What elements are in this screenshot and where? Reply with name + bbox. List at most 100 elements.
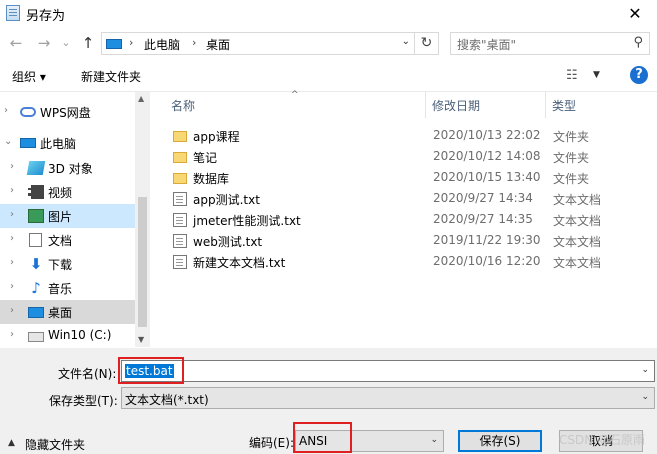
help-icon[interactable]: ? xyxy=(630,66,648,84)
file-type: 文件夹 xyxy=(553,172,590,186)
sidebar-item-wps-cloud[interactable]: › WPS网盘 xyxy=(0,100,135,124)
sidebar-item-videos[interactable]: › 视频 xyxy=(0,180,135,204)
recent-locations-icon[interactable]: ⌄ xyxy=(56,33,76,53)
video-icon xyxy=(28,185,44,199)
cloud-icon xyxy=(20,107,36,117)
breadcrumb-this-pc[interactable]: 此电脑 xyxy=(144,36,180,53)
sidebar-item-label: 音乐 xyxy=(48,282,73,296)
text-file-icon xyxy=(173,255,187,269)
chevron-right-icon[interactable]: › xyxy=(10,233,14,244)
chevron-right-icon[interactable]: › xyxy=(10,281,14,292)
savetype-select[interactable]: 文本文档(*.txt) ⌄ xyxy=(121,387,655,409)
chevron-down-icon[interactable]: ⌄ xyxy=(641,365,649,375)
window-title: 另存为 xyxy=(26,9,66,24)
back-icon[interactable]: ← xyxy=(6,33,26,53)
download-icon: ⬇ xyxy=(29,255,43,273)
file-date: 2020/10/16 12:20 xyxy=(433,254,541,268)
file-row[interactable]: 笔记 2020/10/12 14:08 文件夹 xyxy=(169,147,639,168)
scroll-up-icon[interactable]: ▲ xyxy=(138,94,144,103)
file-row[interactable]: 数据库 2020/10/15 13:40 文件夹 xyxy=(169,168,639,189)
computer-icon xyxy=(106,39,122,49)
sidebar-item-pictures[interactable]: › 图片 xyxy=(0,204,135,228)
new-folder-button[interactable]: 新建文件夹 xyxy=(81,68,141,85)
close-button[interactable]: ✕ xyxy=(613,0,657,27)
command-bar: 组织 ▾ 新建文件夹 ☷ ▼ ? xyxy=(0,60,657,92)
chevron-right-icon[interactable]: › xyxy=(10,329,14,340)
file-name: 新建文本文档.txt xyxy=(193,256,286,270)
chevron-down-icon[interactable]: ⌄ xyxy=(430,435,438,445)
breadcrumb-desktop[interactable]: 桌面 xyxy=(206,36,230,53)
sidebar-item-this-pc[interactable]: ⌄ 此电脑 xyxy=(0,131,135,155)
hide-folders-button[interactable]: 隐藏文件夹 xyxy=(25,436,85,453)
sidebar-item-documents[interactable]: › 文档 xyxy=(0,228,135,252)
chevron-up-icon[interactable]: ▲ xyxy=(8,438,15,448)
chevron-right-icon[interactable]: › xyxy=(10,305,14,316)
file-name: app课程 xyxy=(193,130,240,144)
forward-icon[interactable]: → xyxy=(34,33,54,53)
file-date: 2020/10/15 13:40 xyxy=(433,170,541,184)
file-row[interactable]: 新建文本文档.txt 2020/10/16 12:20 文本文档 xyxy=(169,252,639,273)
chevron-down-icon[interactable]: ⌄ xyxy=(402,36,410,47)
sidebar-item-label: 此电脑 xyxy=(40,137,77,151)
organize-button[interactable]: 组织 ▾ xyxy=(12,68,46,85)
highlight-box xyxy=(118,357,184,384)
text-file-icon xyxy=(173,234,187,248)
scrollbar-thumb[interactable] xyxy=(138,197,147,327)
view-options-icon[interactable]: ☷ xyxy=(566,68,578,83)
sidebar-item-3d-objects[interactable]: › 3D 对象 xyxy=(0,156,135,180)
sidebar-item-music[interactable]: › ♪ 音乐 xyxy=(0,276,135,300)
search-icon[interactable]: ⚲ xyxy=(633,35,643,50)
file-date: 2020/10/13 22:02 xyxy=(433,128,541,142)
file-type: 文件夹 xyxy=(553,130,590,144)
sidebar-item-drive-c[interactable]: › Win10 (C:) xyxy=(0,324,135,348)
file-row[interactable]: app课程 2020/10/13 22:02 文件夹 xyxy=(169,126,639,147)
chevron-right-icon[interactable]: › xyxy=(4,105,8,116)
navigation-bar: ← → ⌄ ↑ › 此电脑 › 桌面 ⌄ ↻ 搜索"桌面" ⚲ xyxy=(0,29,657,57)
breadcrumb-separator: › xyxy=(192,36,197,49)
search-box[interactable]: 搜索"桌面" ⚲ xyxy=(450,32,650,55)
file-row[interactable]: jmeter性能测试.txt 2020/9/27 14:35 文本文档 xyxy=(169,210,639,231)
address-bar[interactable]: › 此电脑 › 桌面 ⌄ ↻ xyxy=(101,32,439,55)
sidebar-item-label: 下载 xyxy=(48,258,73,272)
filename-field[interactable]: test.bat ⌄ xyxy=(121,360,655,382)
save-form: 文件名(N): test.bat ⌄ 保存类型(T): 文本文档(*.txt) … xyxy=(0,348,657,454)
chevron-right-icon[interactable]: › xyxy=(10,161,14,172)
file-date: 2020/9/27 14:34 xyxy=(433,191,533,205)
computer-icon xyxy=(20,138,36,148)
chevron-right-icon[interactable]: › xyxy=(10,257,14,268)
pictures-icon xyxy=(28,209,44,223)
chevron-right-icon[interactable]: › xyxy=(10,185,14,196)
sidebar-item-downloads[interactable]: › ⬇ 下载 xyxy=(0,252,135,276)
search-input[interactable]: 搜索"桌面" xyxy=(457,36,516,53)
sidebar-item-desktop[interactable]: › 桌面 xyxy=(0,300,135,324)
chevron-down-icon[interactable]: ⌄ xyxy=(641,392,649,402)
save-button[interactable]: 保存(S) xyxy=(458,430,542,452)
up-icon[interactable]: ↑ xyxy=(78,33,98,53)
sidebar-item-label: Win10 (C:) xyxy=(48,328,112,342)
column-header-type[interactable]: 类型 xyxy=(546,92,646,118)
file-type: 文本文档 xyxy=(553,235,602,249)
chevron-down-icon[interactable]: ⌄ xyxy=(4,136,12,147)
sidebar-item-label: 桌面 xyxy=(48,306,73,320)
file-name: web测试.txt xyxy=(193,235,263,249)
refresh-icon[interactable]: ↻ xyxy=(414,33,438,54)
scroll-down-icon[interactable]: ▼ xyxy=(138,335,144,344)
chevron-right-icon[interactable]: › xyxy=(10,209,14,220)
file-type: 文本文档 xyxy=(553,193,602,207)
file-row[interactable]: app测试.txt 2020/9/27 14:34 文本文档 xyxy=(169,189,639,210)
file-name: 数据库 xyxy=(193,172,230,186)
file-name: app测试.txt xyxy=(193,193,260,207)
documents-icon xyxy=(29,233,42,247)
column-header-name[interactable]: 名称 xyxy=(165,92,426,118)
file-name: jmeter性能测试.txt xyxy=(193,214,301,228)
text-file-icon xyxy=(173,213,187,227)
file-type: 文件夹 xyxy=(553,151,590,165)
navigation-scrollbar[interactable]: ▲ ▼ xyxy=(135,92,150,347)
chevron-down-icon[interactable]: ▼ xyxy=(593,70,600,80)
watermark: CSDN @石原雨 xyxy=(558,433,645,447)
column-header-modified[interactable]: 修改日期 xyxy=(426,92,546,118)
file-row[interactable]: web测试.txt 2019/11/22 19:30 文本文档 xyxy=(169,231,639,252)
encoding-label: 编码(E): xyxy=(249,436,294,450)
file-date: 2019/11/22 19:30 xyxy=(433,233,541,247)
file-type: 文本文档 xyxy=(553,214,602,228)
